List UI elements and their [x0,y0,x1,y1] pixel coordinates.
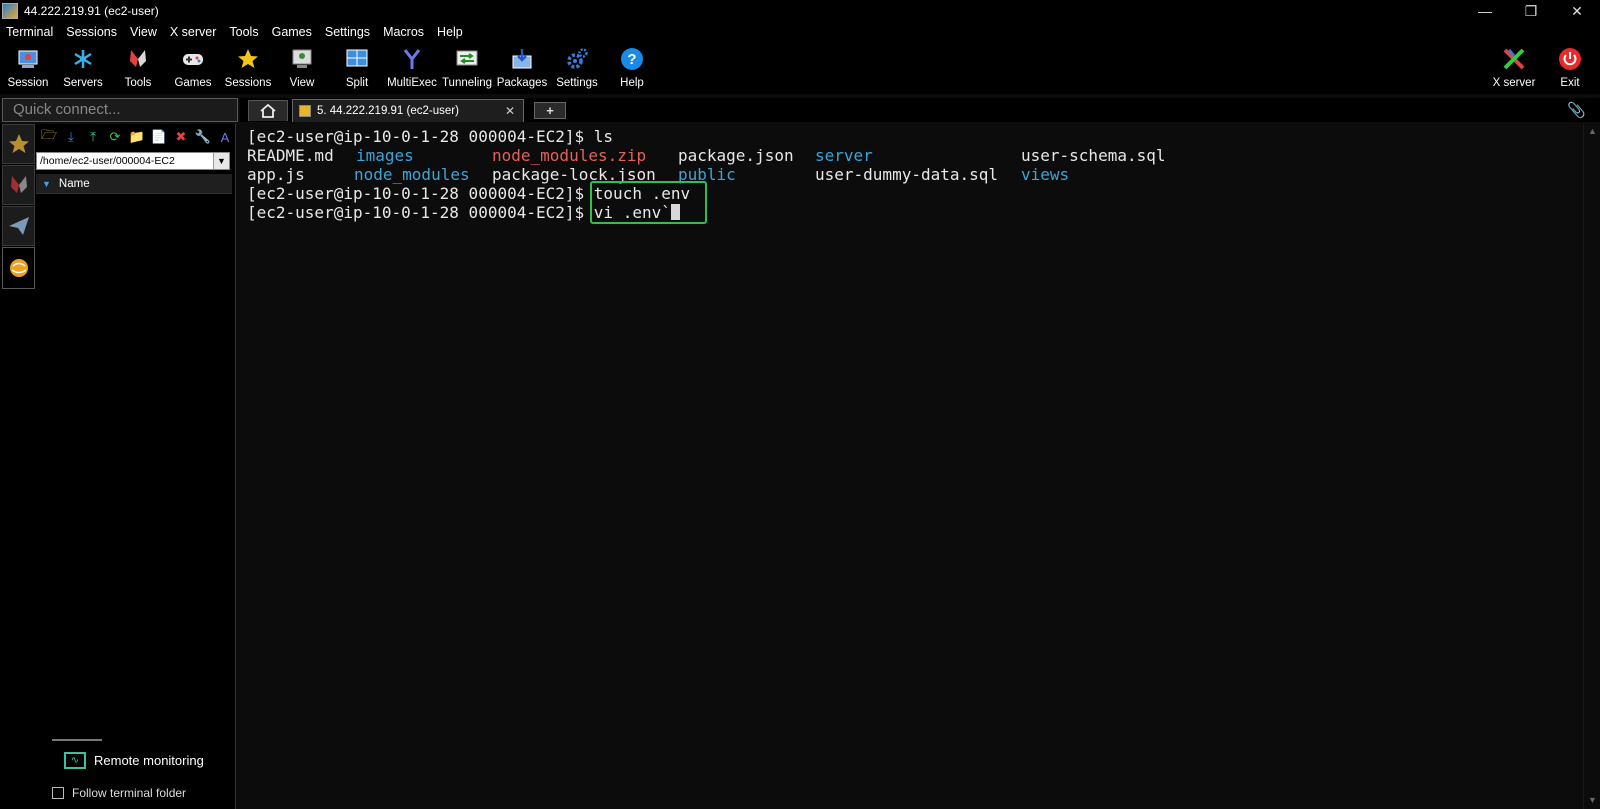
menu-bar: Terminal Sessions View X server Tools Ga… [0,22,1600,42]
menu-games[interactable]: Games [272,25,312,39]
session-button[interactable]: Session [0,44,56,92]
multiexec-icon [399,46,425,72]
star-icon [8,134,29,153]
scroll-down-icon[interactable]: ▼ [1588,795,1597,805]
window-controls: — ❐ ✕ [1462,0,1600,22]
chevron-down-icon[interactable]: ▼ [213,153,229,169]
permissions-icon[interactable]: 🔧 [192,128,214,146]
help-icon: ? [619,46,645,72]
menu-macros[interactable]: Macros [383,25,424,39]
split-icon [344,46,370,72]
checkbox[interactable] [52,787,64,799]
scroll-up-icon[interactable]: ▲ [1588,126,1597,136]
session-icon [15,46,41,72]
sftp-path-input[interactable]: /home/ec2-user/000004-EC2 ▼ [36,152,230,170]
tools-icon [125,46,151,72]
new-tab-button[interactable]: + [534,102,566,119]
upload-icon[interactable]: ⤒ [82,128,104,146]
menu-terminal[interactable]: Terminal [6,25,53,39]
help-button[interactable]: ? Help [604,44,660,92]
menu-settings[interactable]: Settings [325,25,370,39]
sidebar-tabs [0,124,36,809]
sftp-toolbar: 🗁 ⤓ ⤒ ⟳ 📁 📄 ✖ 🔧 A [38,127,236,146]
svg-text:?: ? [627,51,636,68]
gamepad-icon [180,46,206,72]
parent-folder-icon[interactable]: 🗁 [38,127,60,146]
tab-close-icon[interactable]: ✕ [505,104,515,118]
servers-icon [70,46,96,72]
restore-button[interactable]: ❐ [1508,0,1554,22]
xserver-icon [1501,46,1527,72]
minimize-button[interactable]: — [1462,0,1508,22]
sidebar-tab-sftp[interactable] [2,247,35,289]
settings-button[interactable]: Settings [549,44,605,92]
paperclip-icon[interactable]: 📎 [1567,101,1586,119]
column-header-name[interactable]: ▼ Name [36,174,232,194]
tunneling-icon [454,46,480,72]
ssh-session-icon [299,105,311,117]
mobaxterm-logo-icon [2,3,18,19]
monitor-icon: ∿ [64,752,86,769]
tools-button[interactable]: Tools [110,44,166,92]
follow-folder-checkbox[interactable]: Follow terminal folder [52,786,186,800]
window-title: 44.222.219.91 (ec2-user) [24,4,159,18]
text-mode-icon[interactable]: A [214,128,236,146]
terminal-line: [ec2-user@ip-10-0-1-28 000004-EC2]$ touc… [247,184,691,203]
home-tab[interactable] [248,100,288,121]
star-icon [235,46,261,72]
tools-icon [10,176,27,193]
remote-monitoring-button[interactable]: ∿ Remote monitoring [64,752,204,769]
menu-tools[interactable]: Tools [229,25,258,39]
highlight-box [590,181,707,224]
gear-icon [564,46,590,72]
menu-sessions[interactable]: Sessions [66,25,117,39]
paper-plane-icon [8,217,29,235]
packages-icon [509,46,535,72]
menu-view[interactable]: View [130,25,157,39]
delete-icon[interactable]: ✖ [170,128,192,146]
sidebar-tab-tools[interactable] [2,165,35,205]
home-icon [260,104,276,118]
refresh-icon[interactable]: ⟳ [104,128,126,146]
sftp-path-text: /home/ec2-user/000004-EC2 [40,155,175,167]
ls-output-row: app.js node_modules package-lock.json publi… [247,165,1070,184]
tab-session-5[interactable]: 5. 44.222.219.91 (ec2-user) ✕ [292,99,524,122]
view-button[interactable]: View [274,44,330,92]
tunneling-button[interactable]: Tunneling [439,44,495,92]
xserver-button[interactable]: X server [1486,44,1542,92]
sessions-button[interactable]: Sessions [220,44,276,92]
view-icon [289,46,315,72]
sort-desc-icon: ▼ [42,178,51,189]
power-icon [1557,46,1583,72]
menu-xserver[interactable]: X server [170,25,217,39]
quick-connect-input[interactable]: Quick connect... [2,98,238,122]
packages-button[interactable]: Packages [494,44,550,92]
sidebar-tab-sessions[interactable] [2,124,35,164]
session-tab-strip: 5. 44.222.219.91 (ec2-user) ✕ + 📎 [240,98,1600,122]
terminal-line: [ec2-user@ip-10-0-1-28 000004-EC2]$ ls [247,127,614,146]
ls-output-row: README.md images node_modules.zip package.j… [247,146,1166,165]
tab-label: 5. 44.222.219.91 (ec2-user) [317,105,459,117]
download-icon[interactable]: ⤓ [60,128,82,146]
sftp-file-panel: 🗁 ⤓ ⤒ ⟳ 📁 📄 ✖ 🔧 A /home/ec2-user/000004-… [36,124,236,809]
terminal-scrollbar[interactable]: ▲ ▼ [1583,124,1600,809]
terminal-output[interactable]: [ec2-user@ip-10-0-1-28 000004-EC2]$ ls R… [240,124,1583,809]
servers-button[interactable]: Servers [55,44,111,92]
menu-help[interactable]: Help [437,25,463,39]
games-button[interactable]: Games [165,44,221,92]
new-folder-icon[interactable]: 📁 [126,128,148,146]
terminal-line: [ec2-user@ip-10-0-1-28 000004-EC2]$ vi .… [247,203,1583,222]
sftp-globe-icon [9,259,28,277]
close-button[interactable]: ✕ [1554,0,1600,22]
title-bar: 44.222.219.91 (ec2-user) — ❐ ✕ [0,0,1600,22]
multiexec-button[interactable]: MultiExec [384,44,440,92]
sidebar-tab-macros[interactable] [2,206,35,246]
split-button[interactable]: Split [329,44,385,92]
panel-divider[interactable] [52,739,102,741]
exit-button[interactable]: Exit [1542,44,1598,92]
main-toolbar: Session Servers Tools Games Sessions Vie… [0,42,1600,94]
new-file-icon[interactable]: 📄 [148,128,170,146]
